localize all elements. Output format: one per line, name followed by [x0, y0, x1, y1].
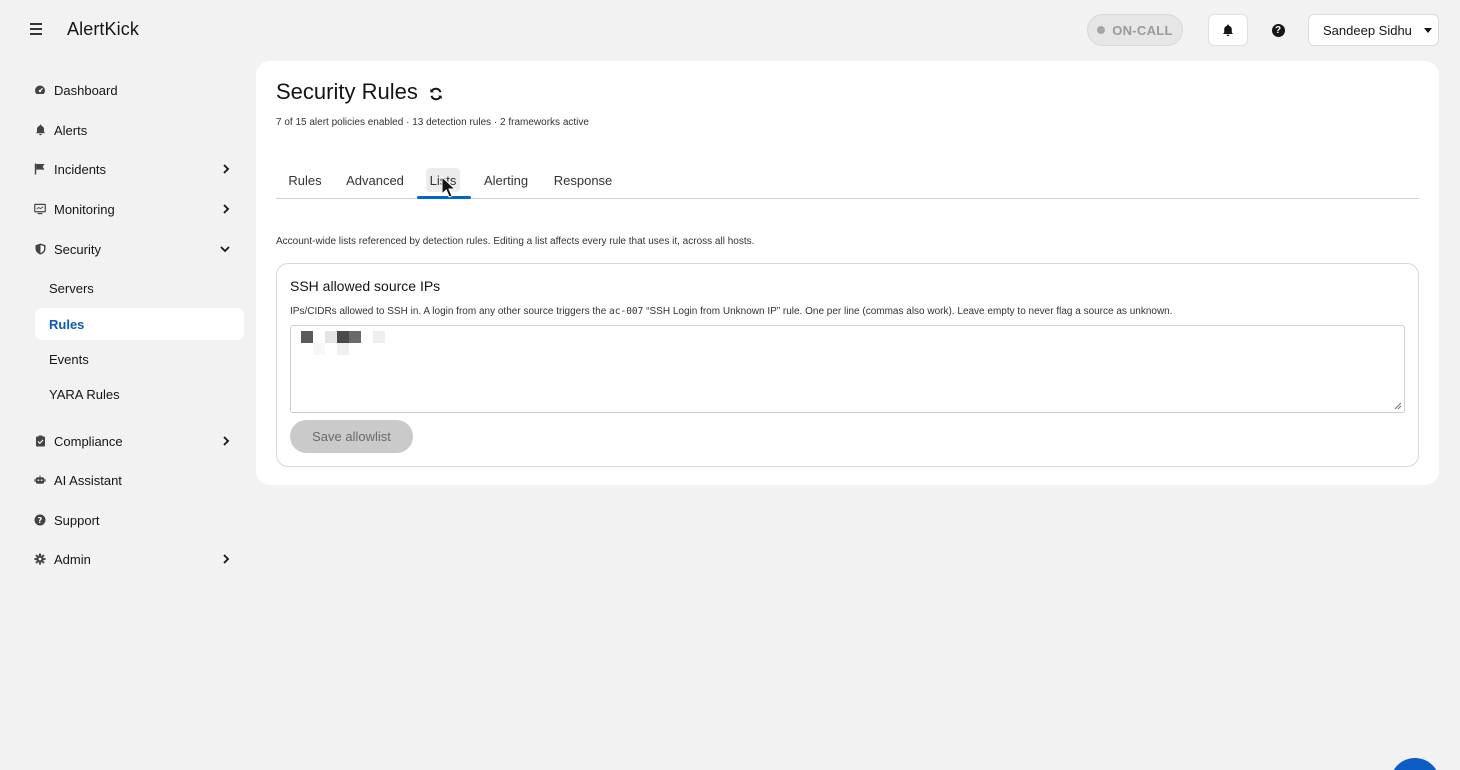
dashboard-icon: [34, 84, 46, 96]
tab-alerting[interactable]: Alerting: [484, 161, 528, 199]
sidebar-item-support[interactable]: ? Support: [24, 504, 244, 536]
refresh-icon[interactable]: [428, 86, 444, 102]
redacted-block: [373, 331, 385, 343]
chevron-down-icon: [220, 246, 230, 253]
gear-icon: [34, 553, 46, 565]
sidebar-item-monitoring[interactable]: Monitoring: [24, 193, 244, 225]
ssh-allowlist-panel: SSH allowed source IPs IPs/CIDRs allowed…: [276, 263, 1419, 467]
redacted-block: [313, 343, 325, 355]
chevron-right-icon: [223, 204, 230, 214]
main-card: Security Rules 7 of 15 alert policies en…: [256, 61, 1439, 485]
chat-fab-button[interactable]: [1390, 758, 1440, 770]
sidebar-item-label: Incidents: [54, 161, 107, 177]
sidebar-subitem-label: Events: [49, 351, 89, 367]
ssh-allowlist-textarea[interactable]: [290, 325, 1405, 413]
sidebar-item-incidents[interactable]: Incidents: [24, 153, 244, 185]
on-call-toggle[interactable]: ON-CALL: [1087, 14, 1183, 46]
sidebar-item-label: Security: [54, 241, 101, 257]
sidebar-subitem-servers[interactable]: Servers: [35, 272, 244, 304]
svg-text:?: ?: [38, 516, 43, 525]
monitor-icon: [34, 203, 46, 215]
tab-bar: Rules Advanced Lists Alerting Response: [276, 161, 1419, 199]
brand-name: AlertKick: [67, 19, 139, 39]
rule-code: ac-007: [609, 306, 644, 317]
tab-advanced[interactable]: Advanced: [346, 161, 404, 199]
redacted-block: [337, 343, 349, 355]
chevron-right-icon: [223, 164, 230, 174]
tab-rules[interactable]: Rules: [288, 161, 321, 199]
tab-lists[interactable]: Lists: [426, 161, 460, 199]
sidebar-item-label: Dashboard: [54, 82, 118, 98]
status-dot-icon: [1097, 26, 1106, 34]
robot-icon: [34, 474, 46, 486]
redacted-block: [337, 331, 349, 343]
help-text-suffix: “SSH Login from Unknown IP” rule. One pe…: [646, 306, 1173, 317]
hamburger-menu-icon[interactable]: [28, 20, 46, 38]
sidebar-item-alerts[interactable]: Alerts: [24, 114, 244, 146]
page-title: Security Rules: [276, 79, 418, 104]
active-tab-indicator: [417, 196, 471, 199]
sidebar-item-label: Admin: [54, 551, 91, 567]
bell-icon: [1223, 24, 1233, 36]
sidebar-item-label: Alerts: [54, 122, 88, 138]
panel-help-text: IPs/CIDRs allowed to SSH in. A login fro…: [290, 306, 1173, 317]
help-circle-icon: ?: [34, 514, 46, 526]
caret-down-icon: [1423, 27, 1432, 33]
summary-text: 7 of 15 alert policies enabled · 13 dete…: [276, 117, 589, 128]
flag-icon: [34, 163, 46, 175]
sidebar-item-security[interactable]: Security: [24, 233, 244, 265]
redacted-block: [325, 331, 337, 343]
sidebar-item-label: AI Assistant: [54, 472, 122, 488]
help-button[interactable]: ?: [1258, 14, 1298, 46]
sidebar-item-dashboard[interactable]: Dashboard: [24, 74, 244, 106]
on-call-label: ON-CALL: [1112, 22, 1173, 38]
user-name: Sandeep Sidhu: [1323, 22, 1412, 38]
question-icon: ?: [1271, 23, 1285, 37]
tab-response[interactable]: Response: [554, 161, 613, 199]
redacted-block: [349, 331, 361, 343]
sidebar-subitem-events[interactable]: Events: [35, 343, 244, 375]
sidebar-subitem-label: Servers: [49, 280, 94, 296]
clipboard-icon: [34, 435, 46, 447]
chevron-right-icon: [223, 436, 230, 446]
sidebar-item-label: Support: [54, 512, 100, 528]
redacted-block: [301, 331, 313, 343]
sidebar-subitem-label: Rules: [49, 316, 85, 332]
resize-handle-icon[interactable]: [1394, 402, 1402, 410]
sidebar-subitem-yara-rules[interactable]: YARA Rules: [35, 378, 244, 410]
user-menu-dropdown[interactable]: Sandeep Sidhu: [1308, 14, 1439, 46]
bell-icon: [34, 124, 46, 136]
top-bar: AlertKick ON-CALL ? Sandeep Sidhu: [0, 0, 1460, 60]
panel-title: SSH allowed source IPs: [290, 278, 441, 294]
sidebar-subitem-rules[interactable]: Rules: [35, 308, 244, 340]
chevron-right-icon: [223, 554, 230, 564]
sidebar-item-admin[interactable]: Admin: [24, 543, 244, 575]
sidebar-item-label: Monitoring: [54, 201, 115, 217]
shield-icon: [34, 243, 46, 255]
sidebar-item-label: Compliance: [54, 433, 123, 449]
help-text-prefix: IPs/CIDRs allowed to SSH in. A login fro…: [290, 306, 607, 317]
sidebar-item-ai-assistant[interactable]: AI Assistant: [24, 464, 244, 496]
sidebar-subitem-label: YARA Rules: [49, 386, 120, 402]
lists-description: Account-wide lists referenced by detecti…: [276, 236, 755, 247]
save-allowlist-button[interactable]: Save allowlist: [290, 420, 413, 453]
sidebar-item-compliance[interactable]: Compliance: [24, 425, 244, 457]
notifications-button[interactable]: [1208, 14, 1248, 46]
